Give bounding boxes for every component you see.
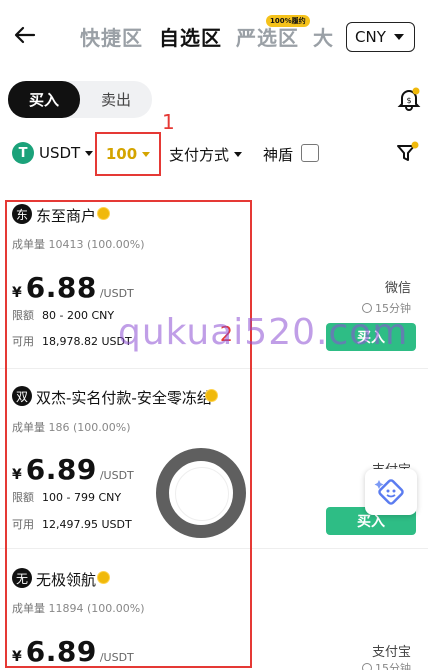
chevron-down-icon <box>142 151 151 157</box>
asset-select[interactable]: USDT <box>39 144 94 162</box>
tab-quick[interactable]: 快捷区 <box>80 22 143 51</box>
chevron-down-icon <box>85 150 94 156</box>
back-arrow-icon[interactable] <box>12 22 38 48</box>
highlight-frame <box>5 200 252 668</box>
buy-tab[interactable]: 买入 <box>8 81 80 118</box>
chevron-down-icon <box>234 152 243 157</box>
tab-large[interactable]: 大 <box>313 22 341 51</box>
chevron-down-icon <box>393 34 404 40</box>
payment-select[interactable]: 支付方式 <box>169 144 243 165</box>
amount-select[interactable]: 100 <box>95 132 161 176</box>
watermark: qukuai520.com <box>118 312 409 353</box>
notification-bell-icon[interactable]: $ <box>396 86 422 112</box>
currency-label: CNY <box>355 28 386 46</box>
floating-ball[interactable] <box>156 448 246 538</box>
clock-icon <box>362 663 372 670</box>
svg-text:$: $ <box>406 96 411 105</box>
annotation-1: 1 <box>162 110 175 134</box>
assistant-button[interactable] <box>365 469 417 515</box>
payment-label: 支付方式 <box>169 146 230 164</box>
amount-label: 100 <box>105 145 138 163</box>
payment-method: 支付宝 <box>371 645 411 660</box>
asset-label: USDT <box>39 144 81 162</box>
filter-icon[interactable] <box>394 140 420 166</box>
usdt-coin-icon: T <box>12 142 34 164</box>
sell-tab[interactable]: 卖出 <box>80 81 152 118</box>
currency-select[interactable]: CNY <box>346 22 415 52</box>
buy-sell-toggle: 买入 卖出 <box>8 81 152 118</box>
top-nav: 快捷区 自选区 严选区 100%履约 大 CNY <box>0 0 428 72</box>
shield-checkbox[interactable] <box>301 144 319 162</box>
shield-label: 神盾 <box>263 146 294 164</box>
payment-method: 微信 <box>384 281 411 296</box>
tab-badge: 100%履约 <box>266 15 310 27</box>
tab-favorites[interactable]: 自选区 <box>159 22 222 51</box>
assistant-icon <box>374 479 404 505</box>
filter-bar: T USDT 100 支付方式 神盾 <box>0 132 428 176</box>
payment-time: 15分钟 <box>362 660 411 670</box>
